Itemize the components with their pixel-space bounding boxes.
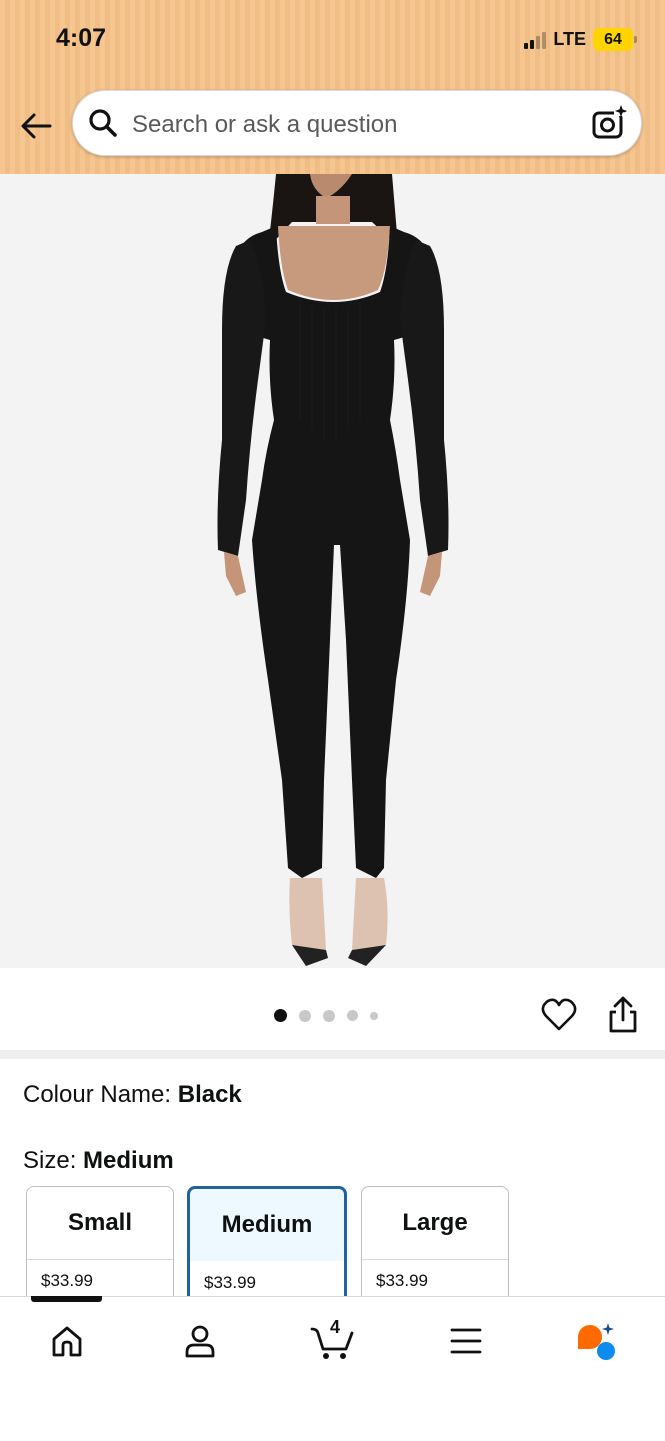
size-option-price: $33.99 xyxy=(41,1271,93,1290)
network-type: LTE xyxy=(553,29,586,49)
status-time: 4:07 xyxy=(56,24,107,52)
search-icon xyxy=(89,109,117,137)
nav-menu[interactable] xyxy=(444,1319,488,1363)
section-divider xyxy=(0,1050,665,1059)
nav-home[interactable] xyxy=(45,1319,89,1363)
arrow-left-icon xyxy=(21,113,52,139)
nav-cart[interactable]: 4 xyxy=(309,1317,357,1363)
size-option-name: Medium xyxy=(221,1211,313,1238)
size-selection: Size: Medium xyxy=(23,1147,174,1175)
header: 4:07 LTE 64 Search or ask a question xyxy=(0,0,665,174)
bottom-navigation: 4 xyxy=(0,1296,665,1441)
nav-rufus[interactable] xyxy=(574,1319,618,1363)
signal-icon xyxy=(524,31,547,49)
colour-label: Colour Name: xyxy=(23,1081,178,1108)
heart-icon[interactable] xyxy=(540,996,578,1034)
search-bar[interactable]: Search or ask a question xyxy=(72,90,642,156)
battery-level: 64 xyxy=(604,30,622,48)
back-button[interactable] xyxy=(16,106,56,146)
size-option-price: $33.99 xyxy=(204,1273,256,1292)
home-icon xyxy=(52,1326,82,1357)
cart-count: 4 xyxy=(330,1317,341,1337)
camera-search-icon[interactable] xyxy=(590,104,628,142)
active-nav-indicator xyxy=(31,1296,102,1302)
pagination-dot[interactable] xyxy=(274,1009,287,1022)
account-icon xyxy=(185,1325,215,1358)
size-option-name: Large xyxy=(402,1209,468,1236)
size-option-price: $33.99 xyxy=(376,1271,428,1290)
size-value: Medium xyxy=(83,1147,174,1174)
size-option-name: Small xyxy=(67,1209,133,1236)
pagination-dot[interactable] xyxy=(370,1011,378,1020)
nav-account[interactable] xyxy=(178,1319,222,1363)
size-option-divider xyxy=(27,1259,173,1260)
battery-indicator: 64 xyxy=(593,28,637,51)
colour-selection: Colour Name: Black xyxy=(23,1081,242,1109)
size-option-divider xyxy=(362,1259,508,1260)
size-label: Size: xyxy=(23,1147,84,1174)
image-pagination[interactable] xyxy=(274,1009,378,1022)
share-icon[interactable] xyxy=(606,996,640,1034)
product-photo-jumpsuit xyxy=(217,174,449,966)
rufus-icon xyxy=(578,1323,615,1360)
pagination-dot[interactable] xyxy=(299,1009,311,1022)
colour-value: Black xyxy=(177,1081,242,1108)
pagination-dot[interactable] xyxy=(347,1010,358,1021)
status-indicators: LTE 64 xyxy=(524,28,637,51)
menu-icon xyxy=(450,1328,482,1354)
search-placeholder: Search or ask a question xyxy=(132,111,398,138)
pagination-dot[interactable] xyxy=(323,1009,335,1022)
product-image[interactable] xyxy=(0,174,665,968)
